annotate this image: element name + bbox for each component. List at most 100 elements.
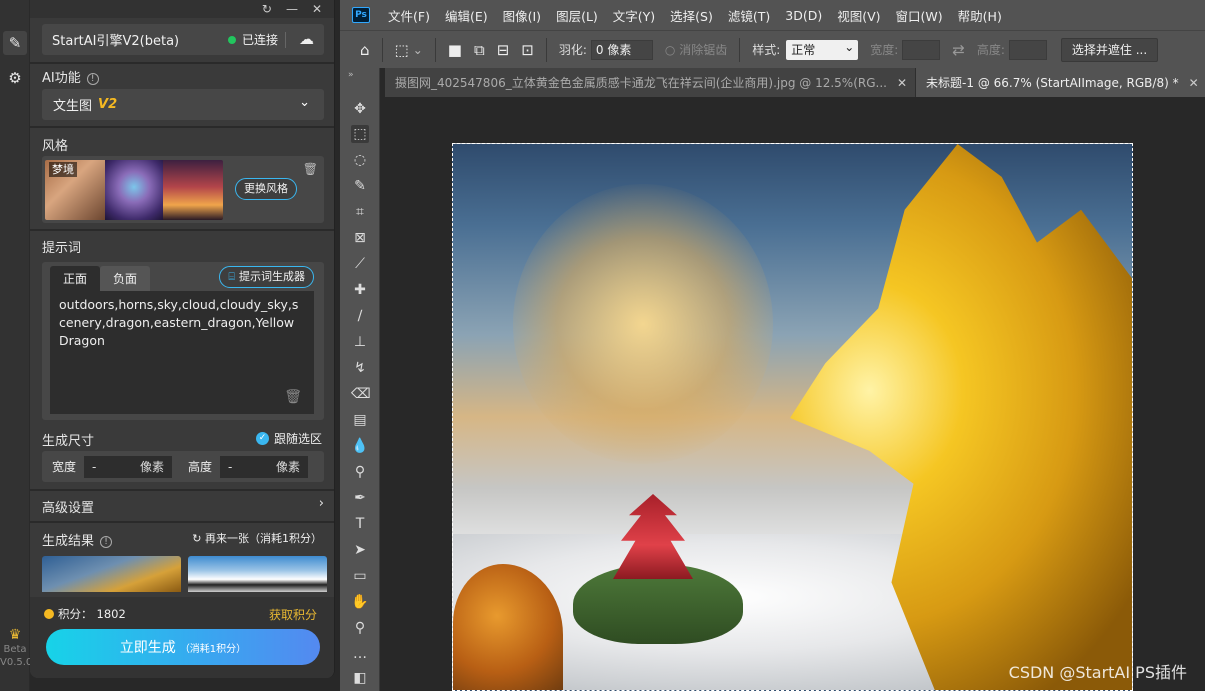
settings-gear-icon[interactable]: ⚙ [3,66,27,90]
rect-marquee-tool-icon[interactable]: ⬚ [351,125,369,143]
get-points-link[interactable]: 获取积分 [269,606,317,623]
regenerate-label: 再来一张（消耗1积分） [205,532,322,545]
close-icon[interactable]: ✕ [1189,76,1199,90]
menu-3d[interactable]: 3D(D) [785,8,822,23]
height-input[interactable] [1008,39,1047,60]
engine-selector[interactable]: StartAI引擎V2(beta) 已连接 ☁ [42,24,324,55]
stamp-tool-icon[interactable]: ⊥ [351,333,369,351]
menu-view[interactable]: 视图(V) [837,6,880,25]
gradient-tool-icon[interactable]: ▤ [351,411,369,429]
eyedropper-tool-icon[interactable]: ⟋ [351,255,369,273]
close-icon[interactable]: ✕ [897,76,907,90]
ps-canvas-area[interactable]: CSDN @StartAI PS插件 [385,97,1205,691]
follow-selection-checkbox[interactable]: ✓ 跟随选区 [255,430,322,447]
crop-tool-icon[interactable]: ⌗ [351,203,369,221]
style-thumbnails[interactable]: 梦境 [45,160,223,220]
close-icon[interactable]: ✕ [312,2,322,16]
points-value: 1802 [96,607,126,621]
dodge-tool-icon[interactable]: ⚲ [351,463,369,481]
width-input[interactable] [902,39,941,60]
menu-select[interactable]: 选择(S) [670,6,713,25]
quick-select-tool-icon[interactable]: ✎ [351,177,369,195]
home-icon[interactable]: ⌂ [360,41,370,59]
doc-tab-1[interactable]: 摄图网_402547806_立体黄金色金属质感卡通龙飞在祥云间(企业商用).jp… [385,68,917,97]
feather-input[interactable]: 0 像素 [590,39,653,60]
collapse-chevron-icon[interactable]: » [348,70,354,80]
menu-type[interactable]: 文字(Y) [613,6,655,25]
menu-file[interactable]: 文件(F) [388,6,430,25]
menu-window[interactable]: 窗口(W) [896,6,943,25]
path-select-tool-icon[interactable]: ➤ [351,541,369,559]
menu-edit[interactable]: 编辑(E) [445,6,488,25]
brush-tool-icon[interactable]: ∕ [351,307,369,325]
regenerate-button[interactable]: ↻ 再来一张（消耗1积分） [192,530,322,546]
new-selection-icon[interactable]: ■ [448,41,462,59]
width-value: - [92,459,97,474]
zoom-tool-icon[interactable]: ⚲ [351,619,369,637]
doc-tab-2[interactable]: 未标题-1 @ 66.7% (StartAIImage, RGB/8) * ✕ [916,68,1205,97]
trash-icon[interactable]: 🗑 [303,162,318,176]
result-thumbnail-2[interactable] [188,556,327,592]
width-group: 宽度 - 像素 [52,455,173,478]
ai-function-value: 文生图 [53,99,93,114]
advanced-label: 高级设置 [42,501,95,516]
info-icon[interactable]: ! [86,73,99,85]
menu-filter[interactable]: 滤镜(T) [728,6,770,25]
pen-tool-icon[interactable]: ✒ [351,489,369,507]
lasso-tool-icon[interactable]: ◌ [351,151,369,169]
generate-button[interactable]: 立即生成 （消耗1积分） [46,629,320,665]
chevron-down-icon[interactable]: ⌄ [413,43,423,57]
generate-cost: （消耗1积分） [179,643,247,655]
prompt-textarea[interactable]: outdoors,horns,sky,cloud,cloudy_sky,scen… [50,291,314,414]
height-input[interactable]: - 像素 [220,455,309,478]
type-tool-icon[interactable]: T [351,515,369,533]
more-tools-icon[interactable]: … [351,645,369,663]
ai-function-select[interactable]: 文生图 V2 ⌄ [42,89,324,120]
marquee-tool-icon[interactable]: ⬚ [395,41,409,59]
select-and-mask-button[interactable]: 选择并遮住 ... [1060,37,1159,62]
change-style-button[interactable]: 更换风格 [235,178,297,200]
menu-image[interactable]: 图像(I) [503,6,541,25]
divider [739,37,741,62]
swap-icon[interactable]: ⇄ [952,41,965,59]
check-icon: ✓ [255,432,269,445]
add-selection-icon[interactable]: ⧉ [474,41,485,59]
eraser-tool-icon[interactable]: ⌫ [351,385,371,403]
height-group: 高度 - 像素 [188,455,309,478]
width-input[interactable]: - 像素 [84,455,173,478]
info-icon[interactable]: ! [100,536,113,548]
rectangle-tool-icon[interactable]: ▭ [351,567,369,585]
chevron-down-icon: ⌄ [299,95,310,110]
hand-tool-icon[interactable]: ✋ [351,593,369,611]
result-thumbnail-1[interactable] [42,556,181,592]
subtract-selection-icon[interactable]: ⊟ [497,41,510,59]
frame-tool-icon[interactable]: ⊠ [351,229,369,247]
menu-layer[interactable]: 图层(L) [556,6,598,25]
cloud-switch-icon[interactable]: ☁ [299,30,314,48]
prompt-generator-label: 提示词生成器 [239,270,305,283]
divider [30,229,334,231]
tab-positive[interactable]: 正面 [50,266,100,291]
advanced-settings-toggle[interactable]: 高级设置 › [42,496,324,516]
style-select[interactable]: 正常 [786,37,859,60]
refresh-icon[interactable]: ↻ [262,2,272,16]
blur-tool-icon[interactable]: 💧 [351,437,369,455]
move-tool-icon[interactable]: ✥ [351,100,369,118]
document-canvas[interactable] [452,143,1133,691]
healing-tool-icon[interactable]: ✚ [351,281,369,299]
intersect-selection-icon[interactable]: ⊡ [521,41,534,59]
doc-tab-title: 未标题-1 @ 66.7% (StartAIImage, RGB/8) * [926,76,1179,90]
edit-icon[interactable]: ✎ [3,31,27,55]
menu-help[interactable]: 帮助(H) [958,6,1002,25]
clear-prompt-trash-icon[interactable]: 🗑 [284,388,302,406]
color-swatches-icon[interactable]: ◧ [351,669,369,687]
history-brush-tool-icon[interactable]: ↯ [351,359,369,377]
width-label: 宽度: [870,43,899,57]
minimize-icon[interactable]: — [286,2,298,16]
size-heading: 生成尺寸 [42,434,95,449]
antialias-checkbox[interactable]: ○ 消除锯齿 [665,41,727,58]
prompt-heading: 提示词 [42,241,82,256]
tab-negative[interactable]: 负面 [100,266,150,291]
prompt-generator-button[interactable]: ⌸ 提示词生成器 [219,266,314,288]
status-dot-icon [227,35,236,44]
